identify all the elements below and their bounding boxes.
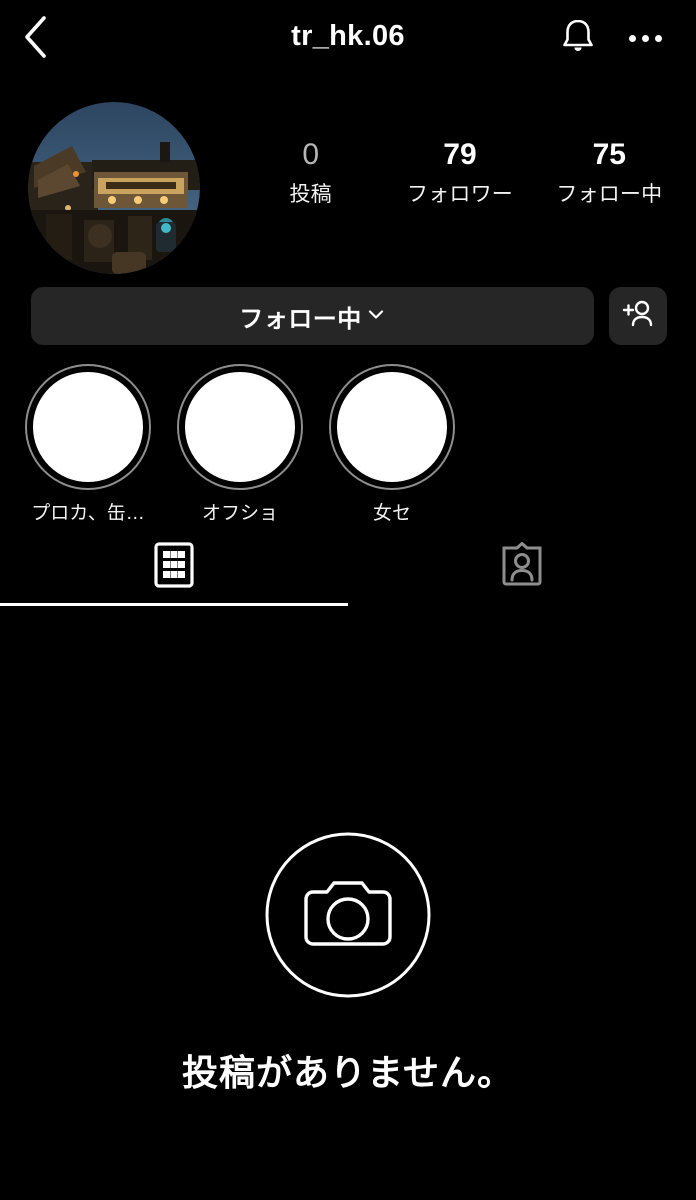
add-user-button[interactable]	[609, 287, 667, 345]
highlight-label: プロカ、缶…	[31, 503, 145, 524]
stat-posts[interactable]: 0 投稿	[236, 138, 385, 208]
stat-following-value: 75	[592, 138, 626, 171]
notifications-button[interactable]	[552, 12, 604, 64]
story-highlights: プロカ、缶… オフショ 女セ	[0, 364, 696, 534]
chevron-down-icon	[366, 304, 386, 329]
highlight-item[interactable]: プロカ、缶…	[24, 364, 152, 534]
highlight-item[interactable]: オフショ	[176, 364, 304, 534]
more-options-icon	[628, 34, 636, 42]
stat-posts-value: 0	[302, 138, 319, 171]
grid-icon	[154, 541, 194, 593]
empty-posts-message: 投稿がありません。	[182, 1052, 514, 1093]
stat-followers[interactable]: 79 フォロワー	[385, 138, 534, 208]
highlight-ring	[25, 364, 151, 490]
more-options-icon-dot	[654, 34, 662, 42]
stat-posts-label: 投稿	[289, 182, 332, 206]
camera-icon	[263, 830, 433, 1000]
more-options-button[interactable]	[618, 12, 672, 64]
bell-icon	[560, 17, 596, 60]
highlight-item[interactable]: 女セ	[328, 364, 456, 534]
highlight-thumbnail	[337, 372, 447, 482]
profile-tab-bar	[0, 534, 696, 618]
active-tab-indicator	[0, 603, 348, 606]
following-button[interactable]: フォロー中	[31, 287, 594, 345]
highlight-thumbnail	[185, 372, 295, 482]
stat-following[interactable]: 75 フォロー中	[535, 138, 684, 208]
profile-stats: 0 投稿 79 フォロワー 75 フォロー中	[236, 138, 684, 208]
tagged-person-icon	[500, 540, 544, 593]
more-options-icon-dot	[641, 34, 649, 42]
highlight-ring	[329, 364, 455, 490]
tab-grid[interactable]	[0, 534, 348, 600]
highlight-ring	[177, 364, 303, 490]
highlight-thumbnail	[33, 372, 143, 482]
profile-action-row: フォロー中	[0, 278, 696, 364]
avatar[interactable]	[28, 102, 200, 274]
empty-posts-state: 投稿がありません。	[0, 618, 696, 1096]
add-person-icon	[621, 299, 655, 334]
following-button-label: フォロー中	[239, 305, 362, 333]
stat-followers-label: フォロワー	[406, 182, 513, 206]
profile-identity-row: 0 投稿 79 フォロワー 75 フォロー中	[0, 78, 696, 278]
top-navigation-bar: tr_hk.06	[0, 0, 696, 78]
highlight-label: オフショ	[201, 503, 278, 524]
stat-following-label: フォロー中	[556, 182, 663, 206]
stat-followers-value: 79	[443, 138, 477, 171]
highlight-label: 女セ	[372, 503, 411, 524]
tab-tagged[interactable]	[348, 534, 696, 600]
